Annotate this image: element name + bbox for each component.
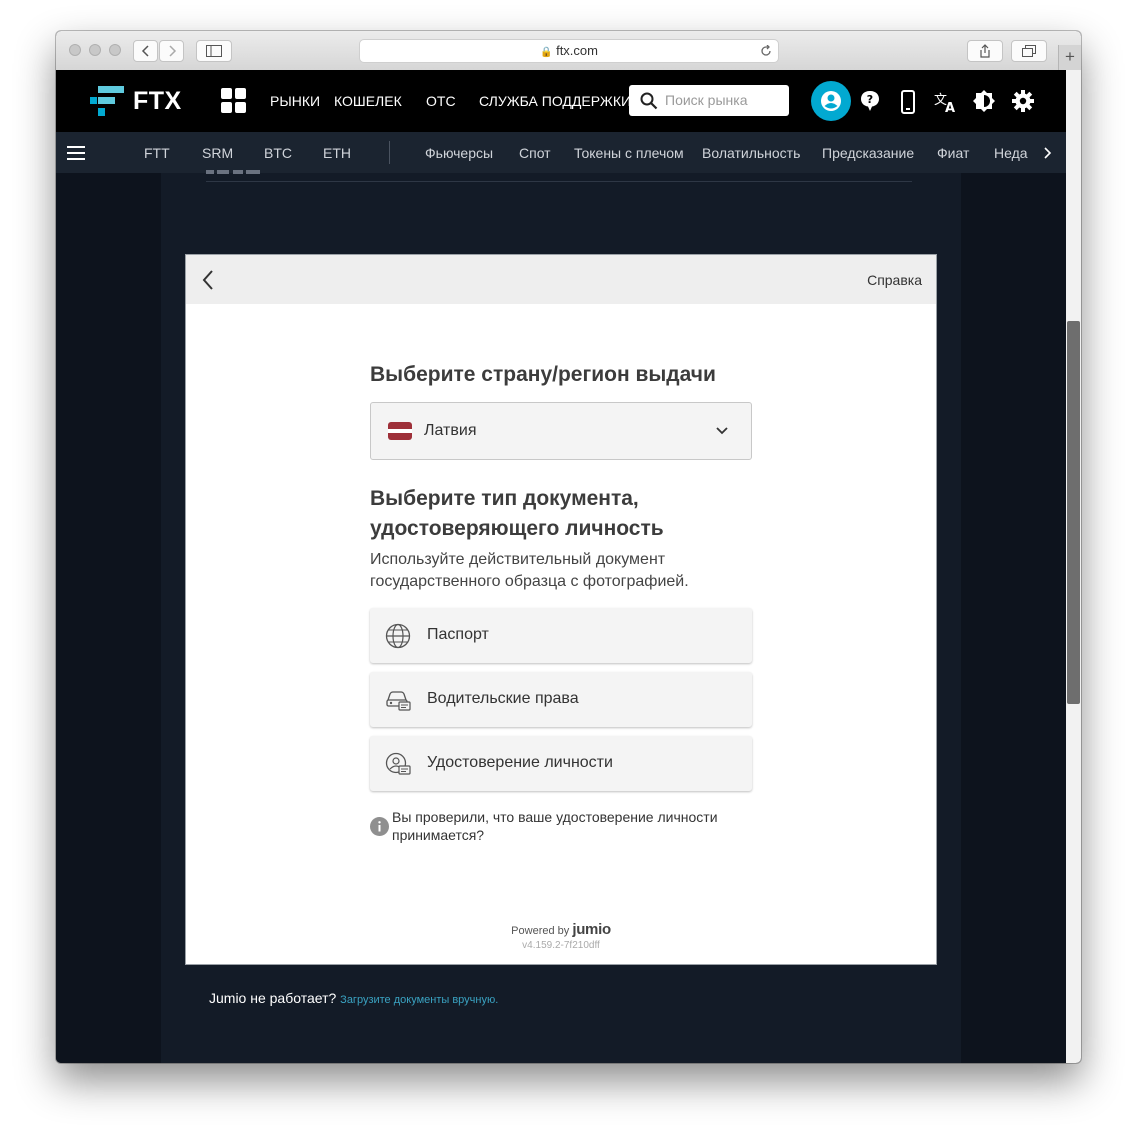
scrollbar-thumb[interactable] xyxy=(1067,321,1080,704)
section-divider xyxy=(206,181,912,182)
version-label: v4.159.2-7f210dff xyxy=(522,940,600,951)
country-heading: Выберите страну/регион выдачи xyxy=(370,363,716,386)
accepted-id-question[interactable]: Вы проверили, что ваше удостоверение лич… xyxy=(392,808,752,844)
nav-markets[interactable]: РЫНКИ xyxy=(270,93,320,109)
subnav-srm[interactable]: SRM xyxy=(202,145,233,161)
lock-icon: 🔒 xyxy=(540,47,553,58)
close-window-button[interactable] xyxy=(69,44,81,56)
theme-icon[interactable] xyxy=(972,89,996,113)
translate-icon[interactable]: 文 A xyxy=(933,90,959,114)
document-label: Паспорт xyxy=(427,626,489,643)
forward-button[interactable] xyxy=(159,40,184,62)
account-icon[interactable] xyxy=(811,81,851,121)
minimize-window-button[interactable] xyxy=(89,44,101,56)
clipped-text xyxy=(206,170,260,174)
back-arrow-icon[interactable] xyxy=(200,268,216,292)
subnav-btc[interactable]: BTC xyxy=(264,145,292,161)
subnav-eth[interactable]: ETH xyxy=(323,145,351,161)
info-icon xyxy=(370,817,389,836)
logo-text[interactable]: FTX xyxy=(133,87,182,116)
country-select[interactable]: Латвия xyxy=(370,402,752,460)
search-input[interactable] xyxy=(665,90,783,110)
ftx-logo-icon[interactable] xyxy=(90,86,124,116)
help-link[interactable]: Справка xyxy=(867,272,922,288)
fallback-question: Jumio не работает? xyxy=(209,990,337,1006)
jumio-logo: jumio xyxy=(572,921,611,938)
tabs-button[interactable] xyxy=(1011,40,1047,62)
chevron-right-icon[interactable] xyxy=(1042,146,1052,160)
chevron-down-icon xyxy=(716,427,728,435)
share-button[interactable] xyxy=(967,40,1003,62)
search-icon xyxy=(640,92,658,110)
manual-upload-link[interactable]: Загрузите документы вручную. xyxy=(340,994,498,1006)
document-label: Удостоверение личности xyxy=(427,754,613,771)
url-text: ftx.com xyxy=(556,43,598,58)
id-card-icon xyxy=(385,752,411,775)
url-bar[interactable]: 🔒 ftx.com xyxy=(359,39,779,63)
subnav-prediction[interactable]: Предсказание xyxy=(822,145,914,161)
settings-icon[interactable] xyxy=(1011,89,1035,113)
site-header: FTX РЫНКИ КОШЕЛЕК OTC СЛУЖБА ПОДДЕРЖКИ ? xyxy=(56,70,1066,132)
nav-otc[interactable]: OTC xyxy=(426,93,456,109)
back-button[interactable] xyxy=(133,40,158,62)
browser-window: 🔒 ftx.com + FTX РЫНКИ КОШЕЛЕК OTC СЛУЖБА… xyxy=(56,31,1081,1063)
page-right-gutter xyxy=(961,173,1066,1063)
car-license-icon xyxy=(386,691,411,711)
subnav-more[interactable]: Неда xyxy=(994,145,1028,161)
fallback-message: Jumio не работает? Загрузите документы в… xyxy=(209,990,498,1006)
zoom-window-button[interactable] xyxy=(109,44,121,56)
document-type-heading: Выберите тип документа, удостоверяющего … xyxy=(370,487,664,540)
powered-by: Powered by jumio xyxy=(186,921,936,938)
subnav-divider xyxy=(389,141,390,164)
menu-icon[interactable] xyxy=(67,146,85,160)
jumio-verification-frame: Справка Выберите страну/регион выдачи Ла… xyxy=(185,254,937,965)
tabs-icon xyxy=(1022,45,1036,57)
subnav-volatility[interactable]: Волатильность xyxy=(702,145,800,161)
page-left-gutter xyxy=(56,173,161,1063)
new-tab-button[interactable]: + xyxy=(1058,45,1081,70)
svg-text:A: A xyxy=(945,101,955,114)
nav-support[interactable]: СЛУЖБА ПОДДЕРЖКИ xyxy=(479,93,631,109)
latvia-flag-icon xyxy=(388,422,412,440)
market-search[interactable] xyxy=(629,85,789,116)
subnav-leveraged-tokens[interactable]: Токены с плечом xyxy=(574,145,684,161)
apps-grid-icon[interactable] xyxy=(221,88,246,113)
share-icon xyxy=(980,44,990,58)
market-subnav: FTT SRM BTC ETH Фьючерсы Спот Токены с п… xyxy=(56,132,1066,173)
nav-wallet[interactable]: КОШЕЛЕК xyxy=(334,93,402,109)
jumio-toolbar: Справка xyxy=(186,255,936,304)
document-option-drivers-license[interactable]: Водительские права xyxy=(370,672,752,727)
sidebar-toggle-button[interactable] xyxy=(196,40,232,62)
document-option-id-card[interactable]: Удостоверение личности xyxy=(370,736,752,791)
powered-by-label: Powered by xyxy=(511,925,570,937)
chevron-left-icon xyxy=(141,45,149,57)
reload-icon[interactable] xyxy=(760,45,772,57)
chevron-right-icon xyxy=(168,45,176,57)
browser-titlebar: 🔒 ftx.com + xyxy=(56,31,1081,71)
document-type-description: Используйте действительный документ госу… xyxy=(370,551,689,590)
subnav-fiat[interactable]: Фиат xyxy=(937,145,969,161)
subnav-spot[interactable]: Спот xyxy=(519,145,551,161)
subnav-futures[interactable]: Фьючерсы xyxy=(425,145,493,161)
sidebar-icon xyxy=(206,45,222,57)
subnav-ftt[interactable]: FTT xyxy=(144,145,170,161)
mobile-icon[interactable] xyxy=(899,90,917,114)
document-label: Водительские права xyxy=(427,690,579,707)
document-option-passport[interactable]: Паспорт xyxy=(370,608,752,663)
svg-text:?: ? xyxy=(867,93,873,106)
help-icon[interactable]: ? xyxy=(857,90,883,112)
globe-icon xyxy=(385,623,411,649)
selected-country: Латвия xyxy=(424,422,477,439)
